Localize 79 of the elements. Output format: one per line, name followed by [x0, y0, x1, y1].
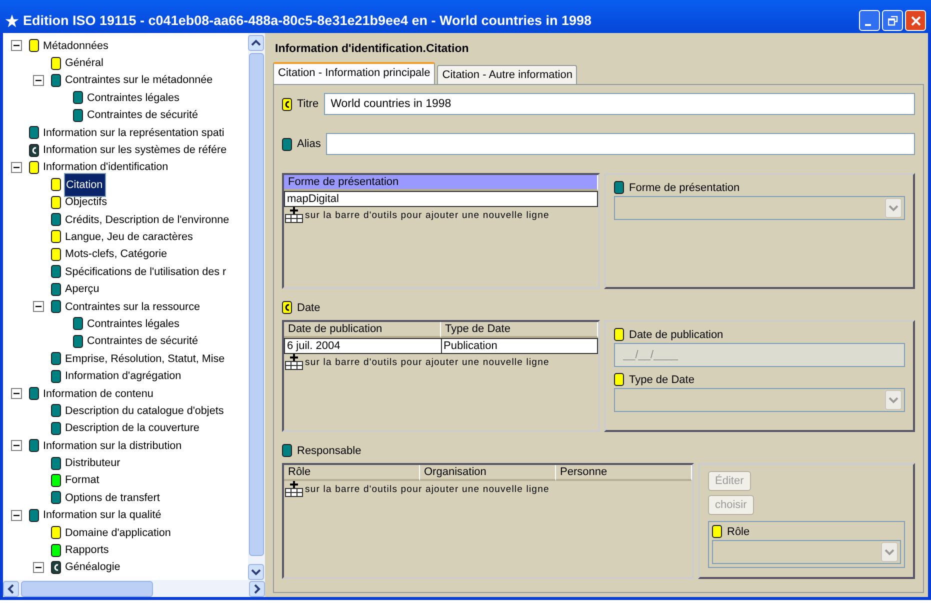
tree-item[interactable]: Contraintes légales	[86, 90, 180, 105]
column-header[interactable]: Type de Date	[441, 322, 598, 338]
tree-item[interactable]: Rapports	[64, 543, 110, 558]
tree-item[interactable]: Description de la couverture	[64, 421, 200, 436]
input-field[interactable]: World countries in 1998	[324, 93, 915, 115]
tree-item[interactable]: Objectifs	[64, 195, 108, 210]
collapse-toggle-icon[interactable]	[33, 74, 44, 86]
tree-item[interactable]: Mots-clefs, Catégorie	[64, 247, 168, 262]
tree-item[interactable]: Information sur la représentation spati	[42, 126, 226, 140]
collapse-toggle-icon[interactable]	[11, 440, 22, 452]
hint-text: sur la barre d'outils pour ajouter une nouvelle ligne	[305, 356, 550, 368]
tree-item[interactable]: Métadonnées	[42, 38, 110, 53]
field-label: Date de publication	[629, 328, 724, 340]
column-header[interactable]: Personne	[556, 465, 692, 481]
table-cell: 6 juil. 2004	[285, 339, 442, 353]
section-label: Date	[297, 302, 320, 314]
minimize-button[interactable]	[859, 10, 880, 31]
collapse-toggle-icon[interactable]	[33, 301, 44, 312]
tree-item[interactable]: Contraintes de sécurité	[86, 334, 200, 348]
column-header[interactable]: Date de publication	[284, 322, 441, 338]
tree-item[interactable]: Contraintes légales	[86, 316, 180, 331]
scroll-up-icon[interactable]	[248, 35, 264, 51]
tree-item[interactable]: Emprise, Résolution, Statut, Mise	[64, 352, 226, 366]
tree-item[interactable]: Information d'identification	[42, 160, 170, 174]
horizontal-scrollbar[interactable]	[3, 580, 265, 597]
restore-button[interactable]	[882, 10, 903, 31]
tree-item[interactable]: Citation	[64, 172, 106, 197]
tree-item[interactable]: Langue, Jeu de caractères	[64, 230, 194, 244]
add-row-icon	[285, 481, 303, 497]
table-cell-text: mapDigital	[286, 192, 340, 206]
tree-item[interactable]: Description du catalogue d'objets	[64, 404, 225, 418]
field-label: Type de Date	[629, 374, 694, 386]
tree-item[interactable]: Information de contenu	[42, 386, 154, 400]
scroll-down-icon[interactable]	[248, 564, 264, 580]
tab[interactable]: Citation - Autre information	[437, 65, 578, 84]
column-header[interactable]: Rôle	[284, 465, 420, 481]
tree-item[interactable]: Spécifications de l'utilisation des r	[64, 264, 228, 279]
vertical-scrollbar[interactable]	[248, 33, 265, 580]
section-label: Responsable	[297, 444, 362, 456]
tree-item[interactable]: Options de transfert	[64, 490, 161, 505]
field-label: Forme de présentation	[629, 182, 740, 194]
window-title: Edition ISO 19115 - c041eb08-aa66-488a-80c5-8e31e21b9ee4 en - World countries in 1998	[23, 13, 593, 28]
restore-icon	[888, 16, 898, 26]
column-header[interactable]: Organisation	[420, 465, 556, 481]
tree-item[interactable]: Aperçu	[64, 282, 100, 296]
collapse-toggle-icon[interactable]	[11, 510, 22, 521]
tree-item[interactable]: Contraintes de sécurité	[86, 108, 200, 122]
scroll-left-icon[interactable]	[3, 580, 19, 596]
tree-item[interactable]: Contraintes sur le métadonnée	[64, 73, 214, 88]
tree-item[interactable]: Information d'agrégation	[64, 369, 182, 384]
tree-item[interactable]: Information sur la qualité	[42, 508, 162, 522]
panel-heading: Information d'identification.Citation	[274, 42, 470, 57]
tree-item[interactable]: Généalogie	[64, 560, 122, 574]
tree-item[interactable]: Contraintes sur la ressource	[64, 300, 202, 314]
input-field[interactable]	[326, 133, 915, 155]
column-header[interactable]: Forme de présentation	[284, 175, 598, 191]
collapse-toggle-icon[interactable]	[33, 562, 44, 573]
tree-item[interactable]: Crédits, Description de l'environne	[64, 212, 230, 227]
hint-text: sur la barre d'outils pour ajouter une nouvelle ligne	[305, 484, 550, 494]
close-icon	[910, 16, 920, 26]
minimize-icon	[865, 24, 871, 26]
collapse-toggle-icon[interactable]	[11, 162, 22, 173]
tree-item[interactable]: Général	[64, 56, 104, 70]
field-label: Titre	[297, 98, 319, 110]
hint-text: sur la barre d'outils pour ajouter une nouvelle ligne	[305, 210, 550, 220]
tree-item[interactable]: Information sur les systèmes de référe	[42, 143, 228, 158]
close-button[interactable]	[905, 10, 926, 31]
scroll-right-icon[interactable]	[249, 580, 265, 596]
tree-item[interactable]: Domaine d'application	[64, 526, 172, 540]
collapse-toggle-icon[interactable]	[11, 388, 22, 399]
star-icon	[5, 14, 19, 28]
collapse-toggle-icon[interactable]	[11, 40, 22, 52]
tree-item[interactable]: Distributeur	[64, 456, 122, 470]
tree-item[interactable]: Information sur la distribution	[42, 438, 183, 453]
table-cell-text: Publication	[442, 339, 498, 353]
field-label: Rôle	[727, 526, 750, 538]
tab[interactable]: Citation - Information principale	[273, 62, 436, 84]
tree-item[interactable]: Format	[64, 473, 100, 488]
field-label: Alias	[297, 138, 321, 150]
